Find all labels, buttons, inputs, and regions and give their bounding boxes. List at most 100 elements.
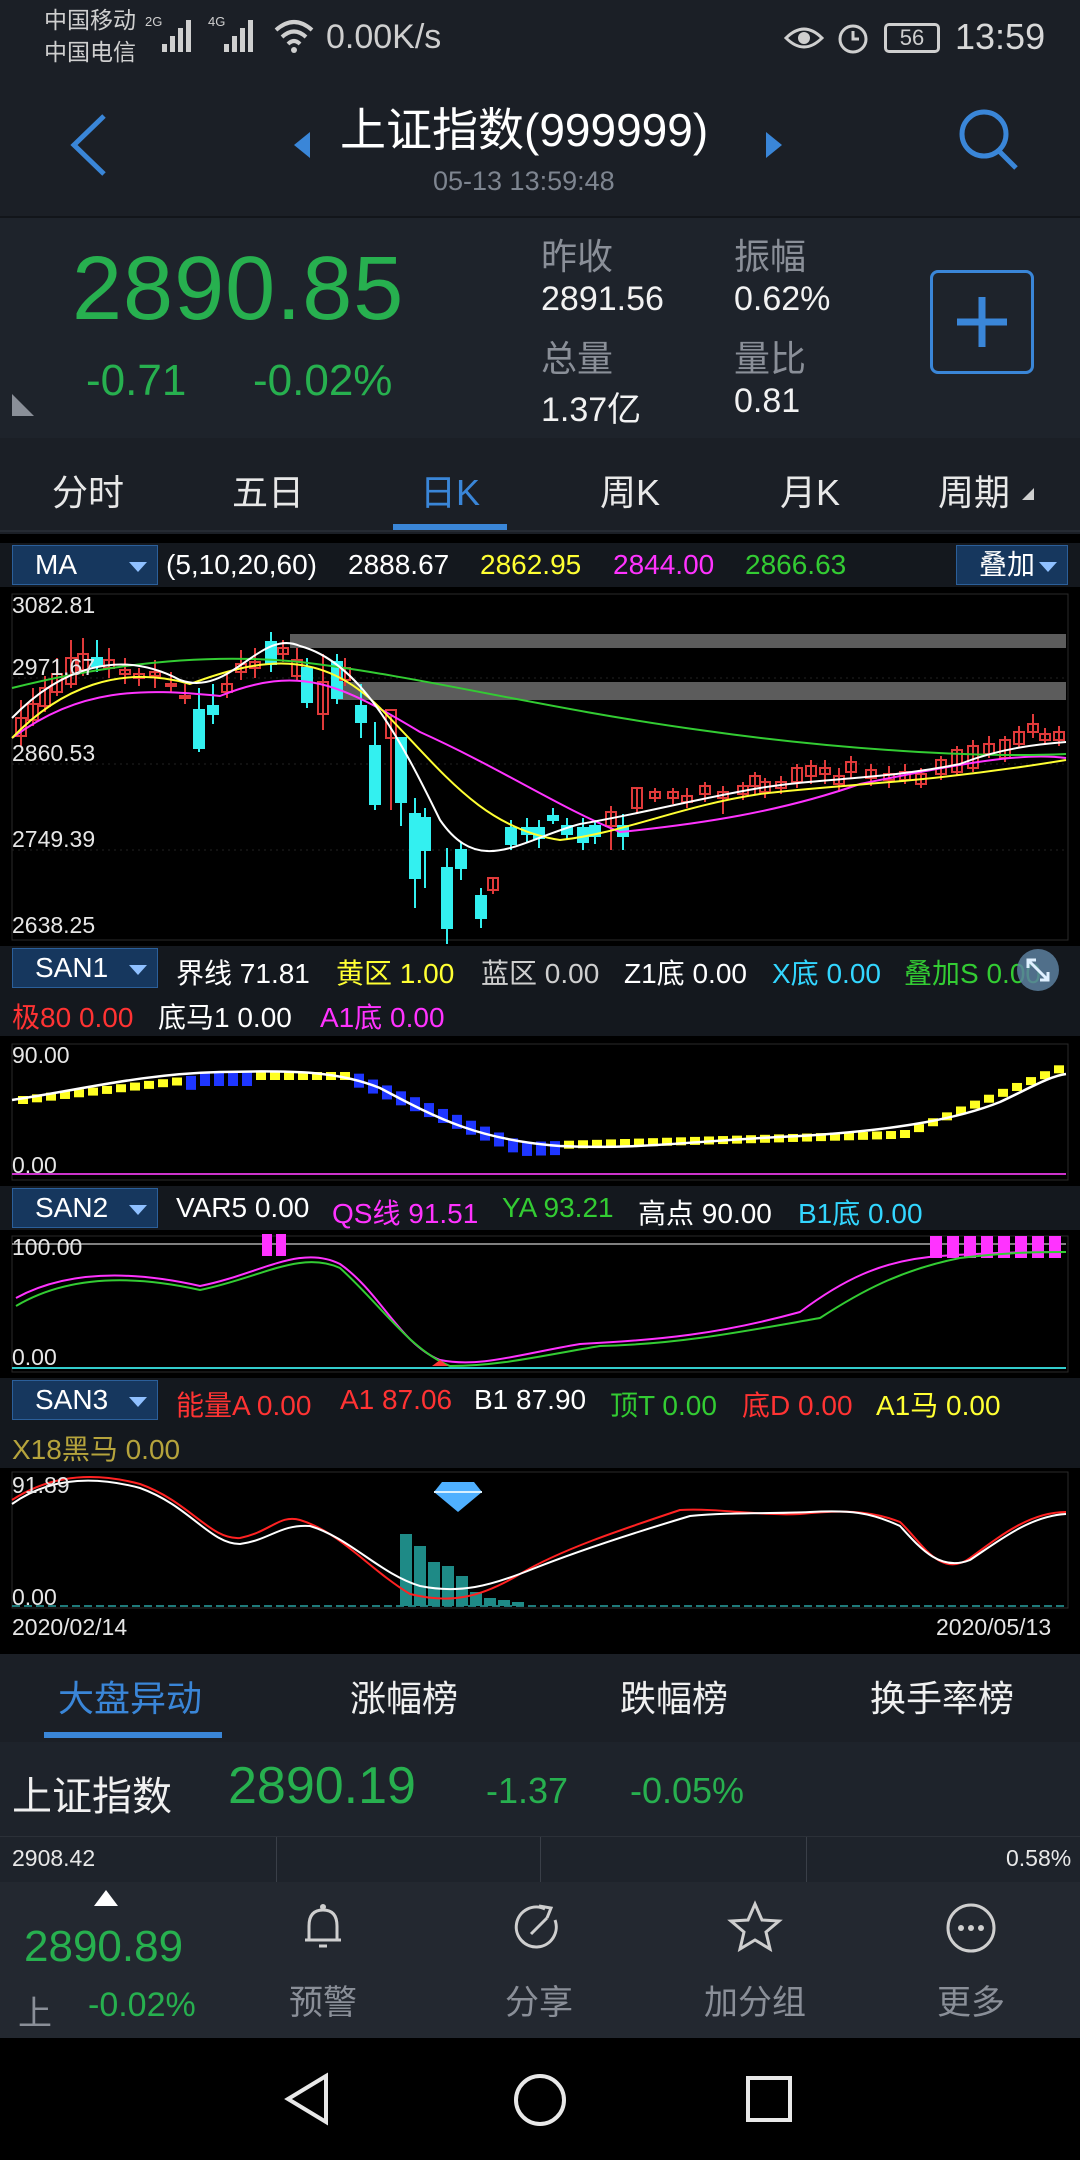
san3-label-6: X18黑马 [12,1434,118,1465]
san1-bar [144,1080,154,1089]
candle-body [441,867,453,929]
san1-bar [494,1132,504,1147]
ma-bar: MA (5,10,20,60) 2888.67 2862.95 2844.00 … [0,543,1080,587]
tab-losers[interactable]: 跌幅榜 [620,1670,728,1722]
kline-axis-5: 2638.25 [12,912,96,938]
bottom-change-pct: -0.02% [88,1986,196,2024]
tab-period[interactable]: 周期 [938,464,1010,516]
san1-label-4: X底 [772,958,819,989]
san2-bar: SAN2 VAR5 0.00 QS线 91.51 YA 93.21 高点 90.… [0,1186,1080,1230]
more-label: 更多 [937,1984,1005,2022]
candle-body [207,705,219,715]
expand-icon[interactable] [1016,948,1060,992]
kline-chart[interactable] [0,588,1080,944]
price-change-pct: -0.02% [253,356,393,405]
san3-selector[interactable]: SAN3 [12,1380,158,1420]
san2-label-3: 高点 [638,1198,695,1229]
battery-indicator: 56 [884,23,940,53]
san1-value-4: 0.00 [826,958,881,989]
back-icon[interactable] [66,112,110,178]
san2-value-2: 93.21 [543,1192,614,1223]
san1-bar [998,1088,1008,1097]
overlay-selector[interactable]: 叠加 [956,545,1068,585]
san1-value-1: 1.00 [399,958,455,989]
san1-label-6: 极80 [12,1002,72,1033]
san1-value-2: 0.00 [544,958,600,989]
san3-chart [11,1471,1069,1609]
san1-bar [270,1072,280,1080]
san2-selector[interactable]: SAN2 [12,1188,158,1228]
alert-label: 预警 [289,1984,357,2022]
candle-body [193,709,205,749]
san1-bar [214,1072,224,1086]
ya-line [15,1251,1067,1368]
san1-bar [1026,1077,1036,1086]
san1-axis-top: 90.00 [12,1042,70,1068]
diamond-icon [434,1482,482,1512]
alarm-icon [838,24,868,54]
nav-back-icon[interactable] [282,2072,332,2126]
collapse-up-icon[interactable] [92,1888,120,1908]
san3-selector-label: SAN3 [35,1384,109,1415]
add-watchlist-button[interactable] [930,270,1034,374]
san2-marker [262,1234,272,1256]
tab-turnover[interactable]: 换手率榜 [870,1670,1014,1722]
search-icon[interactable] [956,106,1020,174]
active-tab-indicator [393,524,507,530]
san3-label-3: 顶T [610,1390,655,1421]
index-row[interactable]: 上证指数 2890.19 -1.37 -0.05% [0,1742,1080,1836]
add-group-label: 加分组 [704,1984,806,2022]
tab-five-day[interactable]: 五日 [232,464,304,516]
prev-close-label: 昨收 [541,236,614,277]
ma-params: (5,10,20,60) [166,549,317,580]
bottom-price: 2890.89 [24,1922,184,1971]
share-button[interactable]: 分享 [474,1900,604,2024]
market-tabs: 大盘异动 涨幅榜 跌幅榜 换手率榜 [0,1656,1080,1740]
add-group-button[interactable]: 加分组 [690,1900,820,2024]
san1-value-7: 0.00 [237,1002,292,1033]
share-icon [514,1904,558,1949]
san1-selector[interactable]: SAN1 [12,948,158,988]
network-speed: 0.00K/s [326,18,442,56]
san2-selector-label: SAN2 [35,1192,109,1223]
san2-label-1: QS线 [332,1198,401,1229]
overlay-label: 叠加 [979,549,1036,580]
more-icon [946,1903,996,1953]
ma-selector-label: MA [35,549,77,580]
san3-value-6: 0.00 [125,1434,181,1465]
san2-marker [1049,1236,1061,1258]
ma-selector[interactable]: MA [12,545,158,585]
tab-weekly-k[interactable]: 周K [600,464,660,516]
san2-marker [1032,1236,1044,1258]
date-end: 2020/05/13 [936,1614,1052,1640]
san1-bar [116,1084,126,1093]
candle-body [179,695,191,699]
tab-market-movement[interactable]: 大盘异动 [58,1670,202,1722]
corner-triangle-icon[interactable] [10,392,36,418]
kline-axis-4: 2749.39 [12,826,96,852]
san1-bar [228,1072,238,1086]
tab-monthly-k[interactable]: 月K [780,464,840,516]
more-button[interactable]: 更多 [906,1900,1036,2024]
san1-bar [914,1124,924,1133]
san1-value-0: 71.81 [239,958,310,989]
period-tabs: 分时 五日 日K 周K 月K 周期 [0,444,1080,532]
prev-stock-icon[interactable] [290,130,312,160]
san1-label-3: Z1底 [624,958,685,989]
bottom-toolbar: 2890.89 上 -0.02% 预警 分享 加分组 更多 [0,1882,1080,2038]
san2-chart [11,1234,1069,1373]
san1-bar [886,1131,896,1140]
next-stock-icon[interactable] [764,130,786,160]
san3-bar [400,1534,412,1606]
san1-bar [900,1130,910,1138]
alert-button[interactable]: 预警 [258,1900,388,2024]
tab-daily-k[interactable]: 日K [420,464,480,516]
candle-body [475,895,487,919]
ma10-value: 2862.95 [480,549,582,580]
tab-gainers[interactable]: 涨幅榜 [350,1670,458,1722]
tab-intraday[interactable]: 分时 [52,464,124,516]
nav-recents-icon[interactable] [744,2074,794,2124]
nav-home-icon[interactable] [512,2072,568,2128]
candle-body [165,683,177,687]
san3-axis-bottom: 0.00 [12,1584,57,1610]
